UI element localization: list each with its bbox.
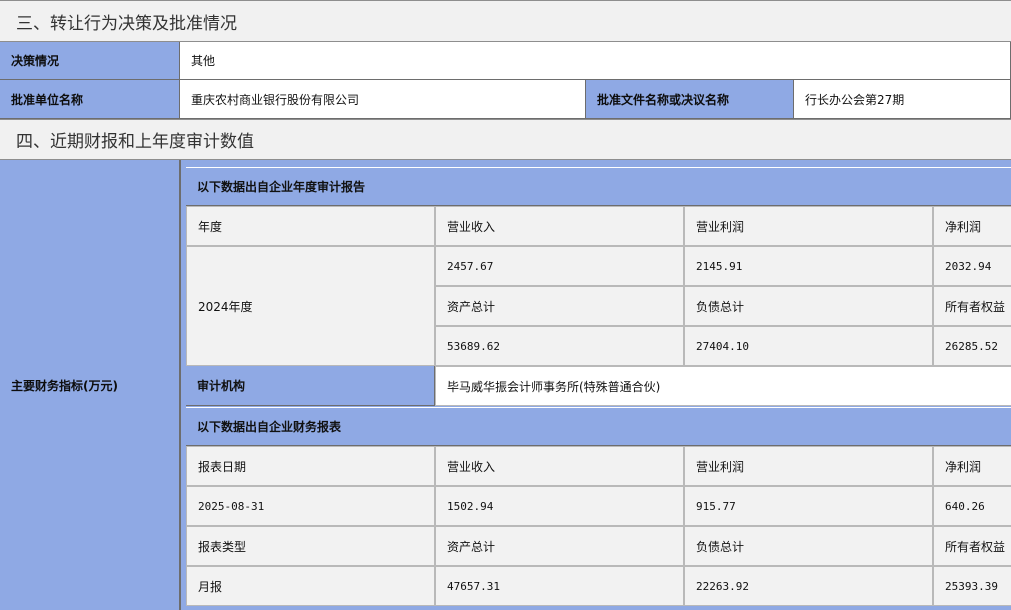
approver-label-text: 批准单位名称 <box>11 92 84 107</box>
approver-value: 重庆农村商业银行股份有限公司 <box>180 80 586 119</box>
statement-date-value-text: 2025-08-31 <box>198 499 265 513</box>
audit-total-liabilities-value: 27404.10 <box>684 326 933 366</box>
statement-total-liabilities-label: 负债总计 <box>684 526 933 566</box>
audit-total-liabilities-label-text: 负债总计 <box>696 299 745 314</box>
statement-net-profit-label: 净利润 <box>933 446 1011 486</box>
decision-label: 决策情况 <box>0 42 180 80</box>
statement-date-value: 2025-08-31 <box>186 486 435 526</box>
statement-owner-equity-label-text: 所有者权益 <box>945 539 1006 554</box>
statement-total-assets-label-text: 资产总计 <box>447 539 496 554</box>
audit-owner-equity-value-text: 26285.52 <box>945 339 998 353</box>
statement-total-assets-value-text: 47657.31 <box>447 579 500 593</box>
audit-owner-equity-label: 所有者权益 <box>933 286 1011 326</box>
section-4-title: 四、近期财报和上年度审计数值 <box>0 119 1011 160</box>
statement-operating-profit-value: 915.77 <box>684 486 933 526</box>
main-financial-label: 主要财务指标(万元) <box>0 160 180 610</box>
audit-total-assets-value: 53689.62 <box>435 326 684 366</box>
approval-doc-value-text: 行长办公会第27期 <box>805 92 905 107</box>
approval-doc-label: 批准文件名称或决议名称 <box>586 80 794 119</box>
audit-col-revenue-label: 营业收入 <box>435 206 684 246</box>
financial-grid: 以下数据出自企业年度审计报告 年度 营业收入 营业利润 净利润 2024年度 2… <box>180 160 1011 610</box>
approver-value-text: 重庆农村商业银行股份有限公司 <box>191 92 360 107</box>
statement-total-liabilities-value: 22263.92 <box>684 566 933 606</box>
statement-owner-equity-value-text: 25393.39 <box>945 579 998 593</box>
audit-operating-profit-value-text: 2145.91 <box>696 259 743 273</box>
audit-year-value-text: 2024年度 <box>198 299 253 314</box>
audit-revenue-value: 2457.67 <box>435 246 684 286</box>
statement-type-value-text: 月报 <box>198 579 223 594</box>
audit-year-value: 2024年度 <box>186 246 435 366</box>
statement-total-assets-value: 47657.31 <box>435 566 684 606</box>
statement-revenue-value: 1502.94 <box>435 486 684 526</box>
statement-revenue-label: 营业收入 <box>435 446 684 486</box>
audit-col-revenue-label-text: 营业收入 <box>447 219 496 234</box>
statement-total-liabilities-value-text: 22263.92 <box>696 579 749 593</box>
audit-col-operating-profit-label-text: 营业利润 <box>696 219 745 234</box>
decision-label-text: 决策情况 <box>11 54 60 68</box>
approval-doc-value: 行长办公会第27期 <box>794 80 1011 119</box>
approval-doc-label-text: 批准文件名称或决议名称 <box>597 92 730 107</box>
statement-type-label-text: 报表类型 <box>198 539 247 554</box>
statement-owner-equity-label: 所有者权益 <box>933 526 1011 566</box>
audit-owner-equity-value: 26285.52 <box>933 326 1011 366</box>
statement-total-liabilities-label-text: 负债总计 <box>696 539 745 554</box>
audit-col-net-profit-label-text: 净利润 <box>945 219 982 234</box>
statement-operating-profit-label-text: 营业利润 <box>696 459 745 474</box>
audit-total-liabilities-value-text: 27404.10 <box>696 339 749 353</box>
statement-net-profit-value: 640.26 <box>933 486 1011 526</box>
audit-col-operating-profit-label: 营业利润 <box>684 206 933 246</box>
audit-net-profit-value: 2032.94 <box>933 246 1011 286</box>
statement-type-value: 月报 <box>186 566 435 606</box>
statement-revenue-label-text: 营业收入 <box>447 459 496 474</box>
statement-revenue-value-text: 1502.94 <box>447 499 494 513</box>
statement-net-profit-value-text: 640.26 <box>945 499 985 513</box>
audit-operating-profit-value: 2145.91 <box>684 246 933 286</box>
decision-value-text: 其他 <box>191 54 216 68</box>
audit-agency-value-text: 毕马威华振会计师事务所(特殊普通合伙) <box>447 379 661 394</box>
audit-col-year-label-text: 年度 <box>198 219 223 234</box>
audit-report-header-text: 以下数据出自企业年度审计报告 <box>197 180 366 194</box>
statement-net-profit-label-text: 净利润 <box>945 459 982 474</box>
decision-value: 其他 <box>180 42 1011 80</box>
audit-total-assets-label-text: 资产总计 <box>447 299 496 314</box>
audit-report-header: 以下数据出自企业年度审计报告 <box>186 167 1011 206</box>
main-financial-label-text: 主要财务指标(万元) <box>11 378 118 393</box>
statement-date-label: 报表日期 <box>186 446 435 486</box>
audit-agency-label-text: 审计机构 <box>197 379 246 393</box>
audit-agency-value: 毕马威华振会计师事务所(特殊普通合伙) <box>435 366 1011 406</box>
financial-statement-header: 以下数据出自企业财务报表 <box>186 407 1011 446</box>
audit-net-profit-value-text: 2032.94 <box>945 259 992 273</box>
audit-col-net-profit-label: 净利润 <box>933 206 1011 246</box>
audit-total-liabilities-label: 负债总计 <box>684 286 933 326</box>
approver-label: 批准单位名称 <box>0 80 180 119</box>
section-3-title: 三、转让行为决策及批准情况 <box>0 0 1011 42</box>
statement-owner-equity-value: 25393.39 <box>933 566 1011 606</box>
statement-operating-profit-label: 营业利润 <box>684 446 933 486</box>
statement-type-label: 报表类型 <box>186 526 435 566</box>
financial-statement-header-text: 以下数据出自企业财务报表 <box>197 420 342 434</box>
statement-date-label-text: 报表日期 <box>198 459 247 474</box>
statement-total-assets-label: 资产总计 <box>435 526 684 566</box>
audit-col-year-label: 年度 <box>186 206 435 246</box>
statement-operating-profit-value-text: 915.77 <box>696 499 736 513</box>
audit-total-assets-label: 资产总计 <box>435 286 684 326</box>
section-4-title-text: 四、近期财报和上年度审计数值 <box>16 132 254 152</box>
audit-revenue-value-text: 2457.67 <box>447 259 494 273</box>
audit-agency-label: 审计机构 <box>186 366 435 406</box>
section-3-title-text: 三、转让行为决策及批准情况 <box>16 13 237 34</box>
audit-owner-equity-label-text: 所有者权益 <box>945 299 1006 314</box>
audit-total-assets-value-text: 53689.62 <box>447 339 500 353</box>
